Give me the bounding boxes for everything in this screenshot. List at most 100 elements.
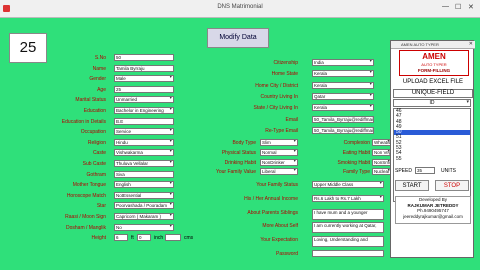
developer-info: Developed By RAJKUMAR JETREDDY Ph.949049… (395, 196, 471, 224)
field-input[interactable]: Wheatish (372, 139, 392, 146)
field-label: Your Expectation (260, 237, 298, 244)
field-input[interactable]: Slim (260, 139, 298, 146)
field-input[interactable]: India (312, 59, 374, 66)
units-label: UNITS (441, 168, 456, 174)
field-input[interactable]: NotEssential (114, 191, 174, 199)
field-label: Religion (87, 139, 106, 146)
field-label: His / Her Annual Income (244, 195, 298, 202)
stop-button[interactable]: STOP (435, 180, 469, 191)
field-label: Citizenship (273, 60, 298, 66)
speed-label: SPEED (395, 168, 412, 174)
field-label: Smoking Habit (337, 159, 370, 166)
field-input[interactable]: Non Vegeta (372, 148, 392, 156)
field-input[interactable]: No (114, 223, 174, 231)
field-label: Height (91, 235, 106, 242)
field-input[interactable]: Normal (260, 148, 298, 156)
height-inch-input[interactable]: 0 (137, 234, 151, 242)
field-label: Your Family Value (215, 169, 256, 176)
field-input[interactable]: NonSmoker (372, 158, 392, 166)
height-cm-input[interactable] (165, 234, 181, 242)
field-input[interactable]: Kerala (312, 81, 374, 89)
field-input[interactable]: Liberal (260, 168, 298, 176)
field-label: Physical Status (221, 149, 256, 156)
field-input[interactable]: NonDrinker (260, 158, 298, 166)
window-title: DNS Matrimonial (217, 4, 263, 10)
field-input[interactable]: 50 (114, 54, 174, 61)
field-label: Education (83, 108, 106, 114)
modify-data-button[interactable]: Modify Data (207, 28, 269, 48)
field-label: Complexion (343, 140, 370, 146)
field-input[interactable]: Qatar (312, 92, 374, 100)
field-input[interactable]: Kerala (312, 70, 374, 78)
field-input[interactable]: Unmarried (114, 96, 174, 104)
field-label: Mother Tongue (72, 182, 106, 189)
field-label: More About Self (262, 223, 298, 230)
field-input[interactable]: Loving, Understanding and (312, 236, 384, 248)
field-input[interactable]: Bachelor in Engineering (114, 107, 174, 114)
field-input[interactable]: 25 (114, 85, 174, 93)
field-input[interactable]: Poorvashada / Pooradam (114, 202, 174, 210)
field-input[interactable]: 6 (114, 234, 128, 242)
field-input[interactable]: Siva (114, 170, 174, 178)
field-label: Marital Status (75, 97, 106, 104)
field-input[interactable]: I have mum and a younger (312, 208, 384, 220)
auto-typer-panel: AMEN AUTO TYPER ✕ AMEN AUTO TYPER FORM-FI… (390, 40, 475, 258)
field-label: Education in Details (61, 118, 106, 125)
field-input[interactable]: Thuluva Vellalar (114, 160, 174, 167)
field-label: Home City / District (255, 82, 298, 89)
speed-input[interactable]: 35 (415, 167, 435, 174)
field-input[interactable]: B.E (114, 117, 174, 125)
height-ft-label: ft (131, 235, 134, 242)
field-label: Gothram (86, 171, 106, 178)
list-item[interactable]: 55 (394, 156, 470, 162)
field-label: State / City Living In (253, 105, 298, 112)
field-label: Re-Type Email (265, 127, 298, 134)
field-input[interactable]: English (114, 181, 174, 189)
maximize-icon[interactable]: ☐ (455, 3, 461, 11)
unique-field-label: UNIQUE-FIELD (393, 89, 473, 98)
field-input[interactable]: Capricorn ( Makaram ) (114, 213, 174, 220)
height-inch-label: inch (154, 235, 164, 242)
field-label: Raasi / Moon Sign (65, 214, 106, 220)
field-label: Email (285, 116, 298, 123)
field-input[interactable]: Hindu (114, 138, 174, 146)
start-button[interactable]: START (395, 180, 429, 191)
field-label: Name (92, 65, 106, 72)
field-input[interactable]: Service (114, 128, 174, 136)
minimize-icon[interactable]: — (442, 3, 449, 10)
field-label: Password (276, 251, 298, 257)
panel-close-icon[interactable]: ✕ (469, 41, 473, 48)
field-label: Family Type (343, 169, 370, 176)
field-input[interactable]: Nuclear (372, 168, 392, 176)
field-input[interactable]: Kerala (312, 104, 374, 112)
field-input[interactable]: Rs.6 Lakh to Rs.7 Lakh (312, 194, 384, 202)
field-input[interactable] (312, 250, 384, 257)
field-label: Star (96, 203, 106, 210)
field-input[interactable]: Tamila Byrraju (114, 64, 174, 72)
field-label: Age (97, 86, 106, 93)
field-input[interactable]: Vishwakarma (114, 149, 174, 157)
field-input[interactable]: 50_Tamila_Byrraju@rediffmail.co (312, 126, 374, 134)
field-input[interactable]: 50_Tamila_Byrraju@rediffmail.co (312, 115, 374, 123)
close-icon[interactable]: ✕ (468, 3, 474, 11)
field-label: Home State (271, 71, 298, 78)
field-label: Country Living In (260, 93, 298, 100)
field-label: Body Type (232, 140, 256, 146)
field-label: Occupation (80, 129, 106, 136)
panel-title: AMEN AUTO TYPER ✕ (391, 41, 475, 49)
field-label: Gender (89, 76, 106, 83)
field-label: S.No (94, 55, 106, 61)
amen-logo: AMEN AUTO TYPER FORM-FILLING (399, 50, 469, 76)
field-label: Sub Caste (82, 161, 106, 167)
title-bar: DNS Matrimonial — ☐ ✕ (0, 0, 480, 18)
field-input[interactable]: I am currently working at Qatar, (312, 222, 384, 234)
upload-excel-button[interactable]: UPLOAD EXCEL FILE (393, 79, 473, 88)
height-cm-label: cms (184, 235, 194, 242)
field-label: Caste (92, 150, 106, 157)
field-input[interactable]: Male (114, 75, 174, 83)
field-label: Drinking Habit (224, 159, 256, 166)
field-label: Eating Habit (342, 149, 370, 156)
field-input[interactable]: Upper Middle Class (312, 181, 384, 188)
id-select[interactable]: ID (393, 99, 471, 107)
field-label: Your Family Status (256, 182, 298, 188)
